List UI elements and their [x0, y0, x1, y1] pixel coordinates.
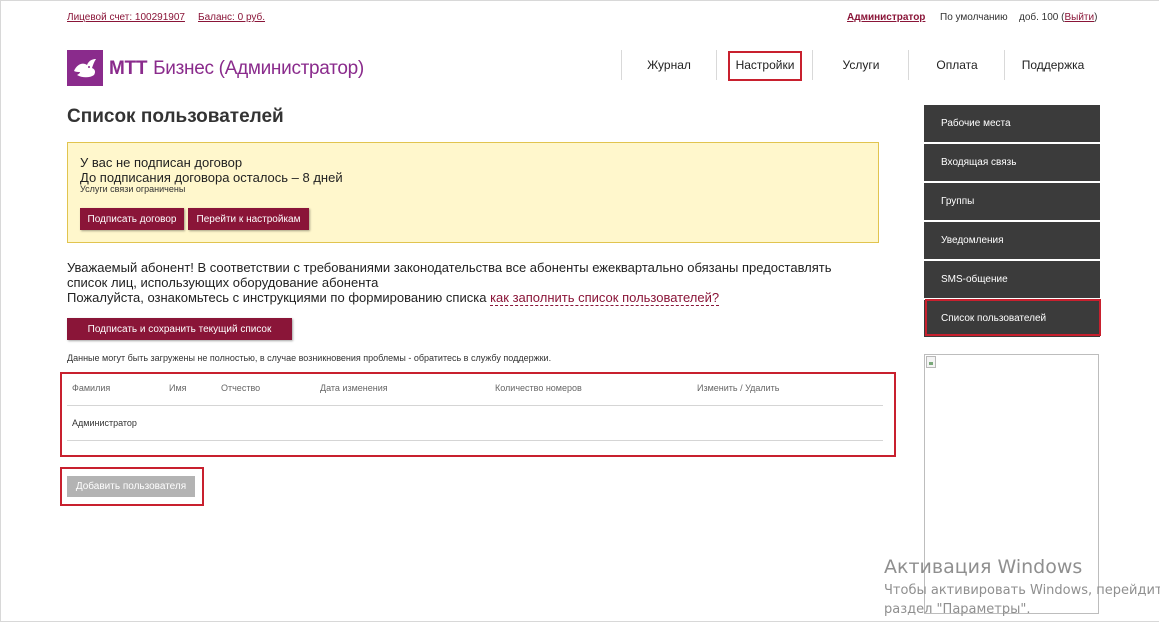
info-line-2: список лиц, использующих оборудование аб…	[67, 275, 379, 290]
contract-notice: У вас не подписан договор До подписания …	[67, 142, 879, 243]
logo-subtitle: Бизнес (Администратор)	[153, 58, 364, 79]
nav-payment[interactable]: Оплата	[908, 50, 1005, 80]
account-link[interactable]: Лицевой счет: 100291907	[67, 12, 185, 23]
sidebar-item-groups[interactable]: Группы	[924, 183, 1100, 220]
extension-label: доб. 100 (Выйти)	[1019, 12, 1098, 23]
bird-icon[interactable]	[67, 50, 103, 86]
sidebar-item-sms[interactable]: SMS-общение	[924, 261, 1100, 298]
default-label: По умолчанию	[940, 12, 1008, 23]
nav-journal[interactable]: Журнал	[621, 50, 716, 80]
sidebar-active-highlight	[925, 299, 1101, 336]
nav-settings-highlight	[728, 51, 802, 81]
broken-image-icon	[926, 356, 936, 368]
col-header-modified-date: Дата изменения	[320, 383, 388, 393]
logo-brand: МТТ	[109, 58, 148, 79]
notice-line-2: До подписания договора осталось – 8 дней	[80, 170, 343, 185]
notice-line-3: Услуги связи ограничены	[80, 184, 186, 194]
logo-text[interactable]: МТТ Бизнес (Администратор)	[109, 58, 364, 80]
table-row-divider	[67, 440, 883, 441]
page-title: Список пользователей	[67, 106, 284, 127]
logout-link[interactable]: Выйти	[1064, 12, 1094, 23]
watermark-line-2: раздел "Параметры".	[884, 602, 1031, 617]
instructions-link[interactable]: как заполнить список пользователей?	[490, 290, 720, 306]
go-to-settings-button[interactable]: Перейти к настройкам	[188, 208, 309, 230]
watermark-title: Активация Windows	[884, 556, 1083, 578]
notice-line-1: У вас не подписан договор	[80, 155, 243, 170]
sidebar-item-workplaces[interactable]: Рабочие места	[924, 105, 1100, 142]
data-warning-note: Данные могут быть загружены не полностью…	[67, 353, 552, 363]
info-line-3: Пожалуйста, ознакомьтесь с инструкциями …	[67, 290, 720, 306]
col-header-lastname: Фамилия	[72, 383, 111, 393]
col-header-numbers-count: Количество номеров	[495, 383, 582, 393]
watermark-line-1: Чтобы активировать Windows, перейдите в	[884, 583, 1160, 598]
nav-services[interactable]: Услуги	[812, 50, 909, 80]
balance-link[interactable]: Баланс: 0 руб.	[198, 12, 265, 23]
col-header-firstname: Имя	[169, 383, 187, 393]
sign-save-list-button[interactable]: Подписать и сохранить текущий список	[67, 318, 292, 340]
sidebar-item-incoming[interactable]: Входящая связь	[924, 144, 1100, 181]
info-line-1: Уважаемый абонент! В соответствии с треб…	[67, 260, 832, 275]
add-user-button[interactable]: Добавить пользователя	[67, 476, 195, 497]
sign-contract-button[interactable]: Подписать договор	[80, 208, 184, 230]
nav-support[interactable]: Поддержка	[1004, 50, 1101, 80]
info-text: Уважаемый абонент! В соответствии с треб…	[67, 260, 877, 306]
col-header-edit-delete: Изменить / Удалить	[697, 383, 780, 393]
table-row[interactable]: Администратор	[67, 406, 883, 440]
col-header-patronymic: Отчество	[221, 383, 261, 393]
table-cell-lastname: Администратор	[72, 418, 137, 428]
sidebar-item-notifications[interactable]: Уведомления	[924, 222, 1100, 259]
admin-link[interactable]: Администратор	[847, 12, 925, 23]
